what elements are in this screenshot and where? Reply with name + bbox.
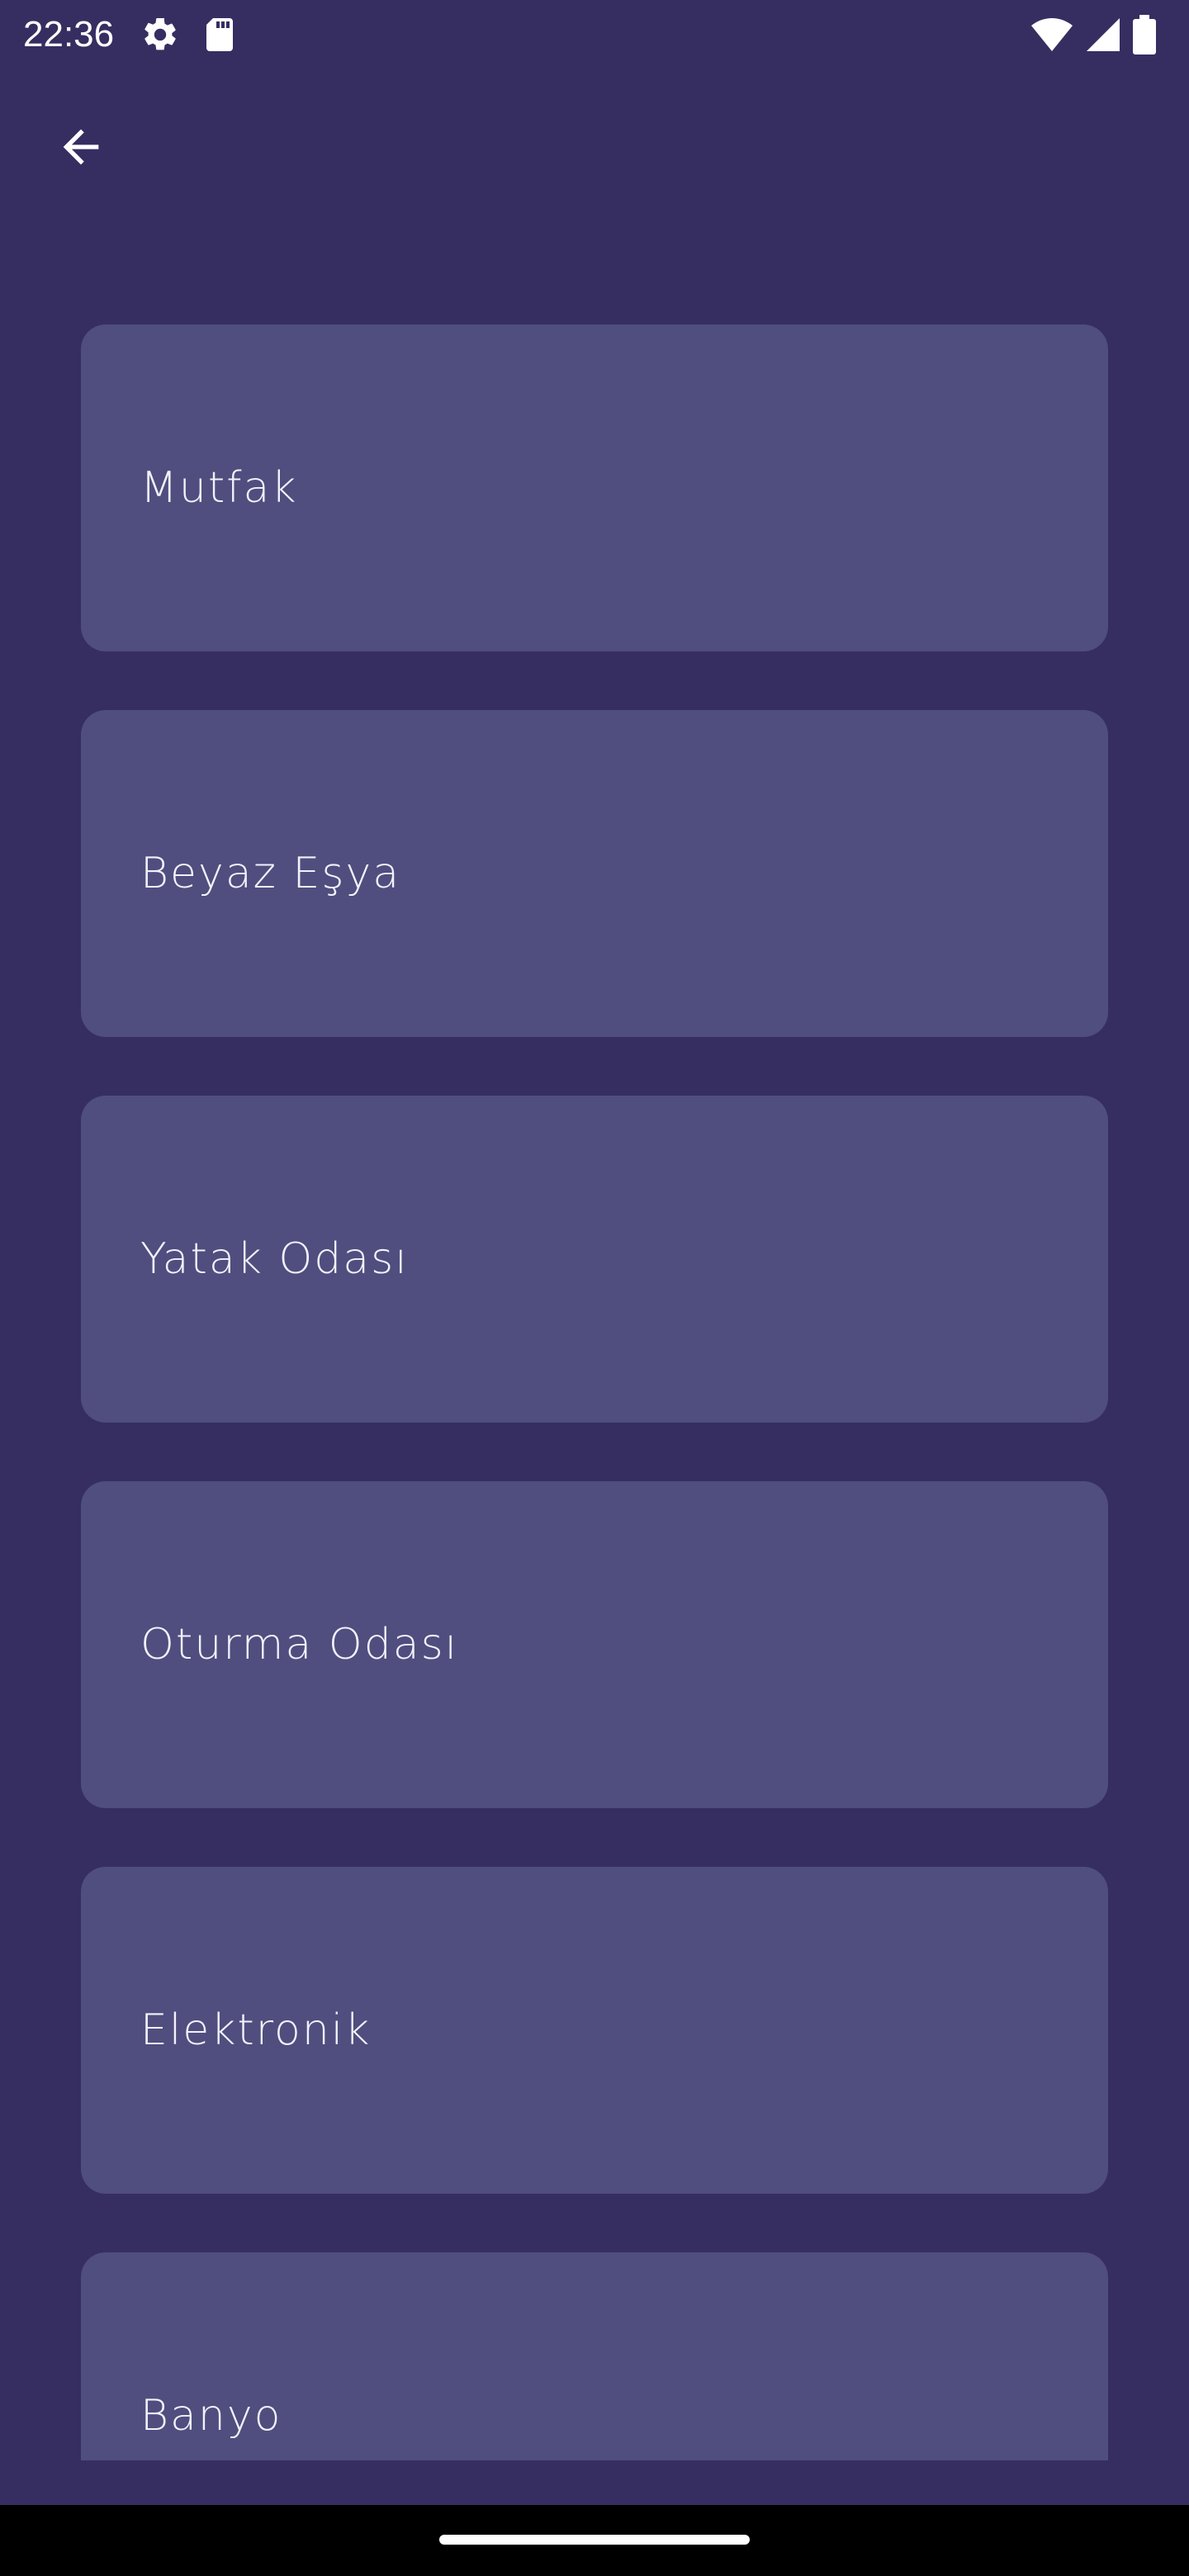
back-button[interactable] [46,114,116,183]
category-label: Oturma Odası [140,1620,459,1669]
category-label: Yatak Odası [140,1234,409,1284]
category-label: Banyo [140,2391,282,2441]
category-card-beyaz-esya[interactable]: Beyaz Eşya [81,710,1108,1037]
category-card-elektronik[interactable]: Elektronik [81,1867,1108,2194]
category-label: Mutfak [140,463,298,513]
category-list-viewport[interactable]: Mutfak Beyaz Eşya Yatak Odası Oturma Oda… [0,0,1189,2460]
category-label: Elektronik [140,2005,372,2055]
arrow-left-icon [54,121,107,177]
category-list: Mutfak Beyaz Eşya Yatak Odası Oturma Oda… [81,324,1108,2460]
category-card-yatak-odasi[interactable]: Yatak Odası [81,1096,1108,1423]
category-card-oturma-odasi[interactable]: Oturma Odası [81,1481,1108,1808]
home-indicator[interactable] [439,2535,750,2545]
category-label: Beyaz Eşya [140,849,401,898]
category-card-banyo[interactable]: Banyo [81,2252,1108,2460]
system-navigation-bar [0,2505,1189,2576]
category-card-mutfak[interactable]: Mutfak [81,324,1108,651]
